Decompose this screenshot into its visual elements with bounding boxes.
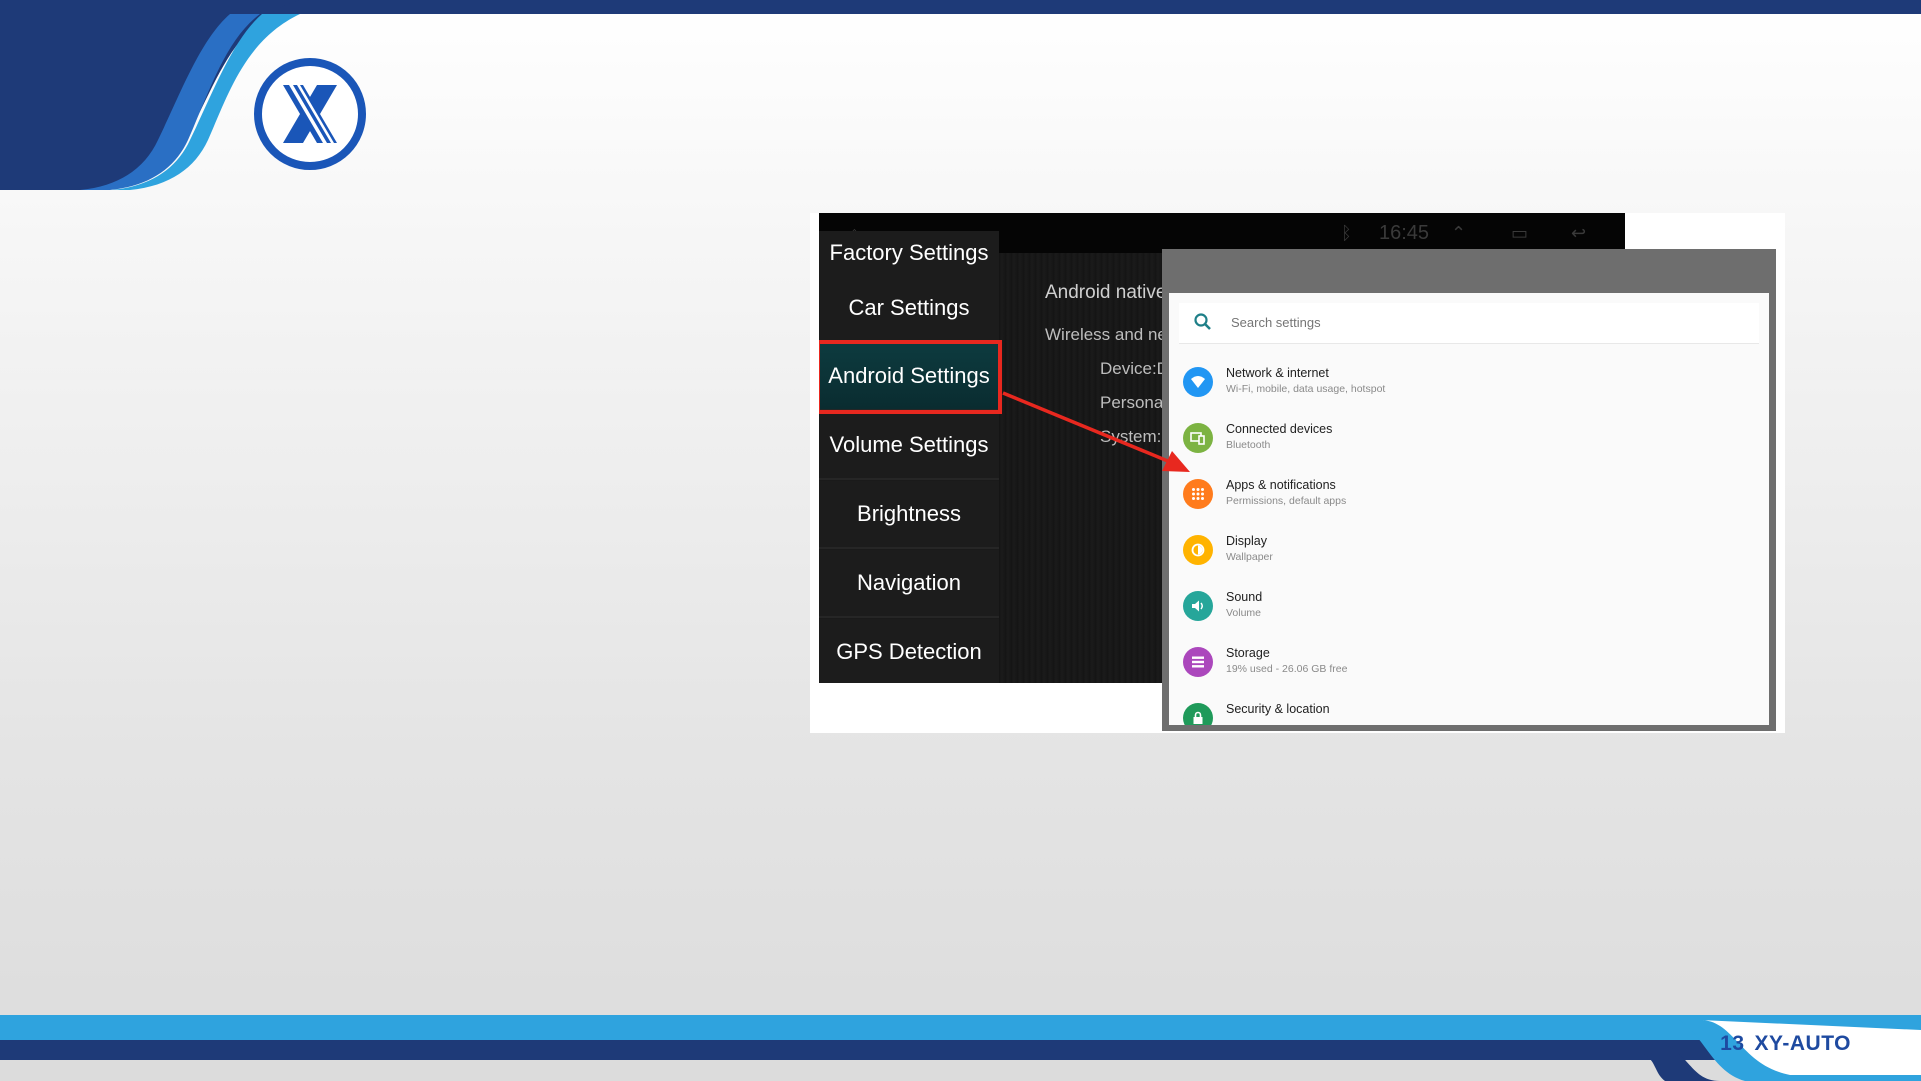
setting-title: Connected devices: [1226, 422, 1333, 436]
menu-item-android-settings[interactable]: Android Settings: [819, 340, 1002, 414]
brand-name: XY-AUTO: [1754, 1032, 1851, 1055]
setting-subtitle: 19% used - 26.06 GB free: [1226, 663, 1348, 675]
setting-title: Display: [1226, 534, 1267, 548]
setting-connected-devices[interactable]: Connected devices Bluetooth: [1169, 411, 1769, 467]
wifi-icon: [1183, 367, 1213, 397]
setting-subtitle: Wi-Fi, mobile, data usage, hotspot: [1226, 383, 1386, 395]
setting-network-internet[interactable]: Network & internet Wi-Fi, mobile, data u…: [1169, 355, 1769, 411]
setting-sound[interactable]: Sound Volume: [1169, 579, 1769, 635]
search-settings-bar[interactable]: Search settings: [1179, 303, 1759, 344]
menu-item-brightness[interactable]: Brightness: [819, 481, 999, 549]
brightness-icon: [1183, 535, 1213, 565]
up-icon[interactable]: ⌃: [1451, 223, 1466, 244]
back-icon[interactable]: ↩: [1571, 223, 1586, 244]
setting-subtitle: Volume: [1226, 607, 1262, 619]
setting-apps-notifications[interactable]: Apps & notifications Permissions, defaul…: [1169, 467, 1769, 523]
volume-icon: [1183, 591, 1213, 621]
setting-subtitle: Bluetooth: [1226, 439, 1271, 451]
menu-item-factory-settings[interactable]: Factory Settings: [819, 231, 999, 277]
setting-title: Network & internet: [1226, 366, 1329, 380]
page-number: 13: [1720, 1032, 1745, 1055]
panel-subheading[interactable]: Wireless and net: [1045, 325, 1172, 345]
menu-item-gps-detection[interactable]: GPS Detection: [819, 619, 999, 683]
panel-item-personal[interactable]: Personal: [1100, 393, 1167, 413]
menu-item-car-settings[interactable]: Car Settings: [819, 275, 999, 343]
storage-icon: [1183, 647, 1213, 677]
menu-item-navigation[interactable]: Navigation: [819, 550, 999, 618]
menu-item-volume-settings[interactable]: Volume Settings: [819, 412, 999, 480]
android-settings-screen: Search settings Network & internet Wi-Fi…: [1162, 249, 1776, 731]
bluetooth-icon: ᛒ: [1341, 223, 1352, 243]
window-icon[interactable]: ▭: [1511, 223, 1528, 244]
status-time: 16:45: [1379, 222, 1430, 244]
setting-subtitle: Permissions, default apps: [1226, 495, 1347, 507]
setting-title: Apps & notifications: [1226, 478, 1336, 492]
setting-security-location[interactable]: Security & location: [1169, 691, 1769, 725]
footer-label: 13 XY-AUTO: [1720, 1032, 1861, 1056]
car-settings-menu: Factory Settings Car Settings Android Se…: [819, 231, 1002, 683]
brand-logo: [254, 58, 366, 170]
setting-display[interactable]: Display Wallpaper: [1169, 523, 1769, 579]
devices-icon: [1183, 423, 1213, 453]
apps-icon: [1183, 479, 1213, 509]
setting-title: Security & location: [1226, 702, 1330, 716]
lock-icon: [1183, 703, 1213, 725]
search-placeholder: Search settings: [1231, 315, 1321, 330]
panel-heading: Android native: [1045, 282, 1167, 303]
setting-storage[interactable]: Storage 19% used - 26.06 GB free: [1169, 635, 1769, 691]
setting-title: Storage: [1226, 646, 1270, 660]
panel-item-system[interactable]: System:c: [1100, 427, 1170, 447]
setting-title: Sound: [1226, 590, 1263, 604]
search-icon: [1194, 313, 1211, 330]
panel-item-device[interactable]: Device:D: [1100, 359, 1169, 379]
android-settings-list: Search settings Network & internet Wi-Fi…: [1169, 293, 1769, 725]
setting-subtitle: Wallpaper: [1226, 551, 1273, 563]
footer-band: [0, 1015, 1921, 1081]
